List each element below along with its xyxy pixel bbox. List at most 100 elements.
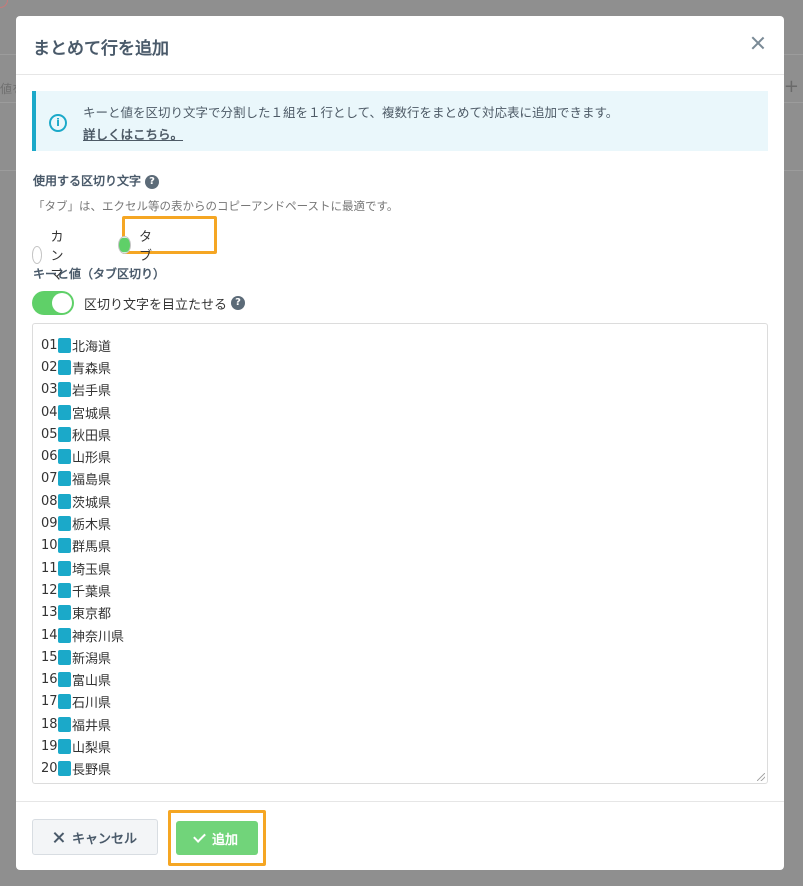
modal-title: まとめて行を追加 [33, 39, 169, 59]
line-value: 青森県 [72, 361, 112, 377]
line-key: 08 [41, 493, 58, 509]
textarea-line: 11 埼玉県 [41, 557, 767, 579]
line-value: 岩手県 [72, 384, 112, 400]
tab-separator-marker [58, 582, 71, 598]
tab-separator-marker [58, 716, 71, 732]
line-key: 02 [41, 359, 58, 375]
resize-handle[interactable] [757, 773, 765, 781]
textarea-line: 07 福島県 [41, 468, 767, 490]
tab-separator-marker [58, 538, 71, 554]
tab-separator-marker [58, 449, 71, 465]
tab-separator-marker [58, 404, 71, 420]
line-key: 12 [41, 582, 58, 598]
delimiter-label: 使用する区切り文字? [33, 172, 160, 189]
textarea-line: 06 山形県 [41, 445, 767, 467]
textarea-line: 16 富山県 [41, 668, 767, 690]
modal-footer: キャンセル 追加 [16, 801, 784, 870]
check-icon [193, 830, 206, 843]
line-value: 福井県 [72, 718, 112, 734]
tab-separator-marker [58, 649, 71, 665]
details-link[interactable]: 詳しくはこちら。 [83, 124, 183, 143]
highlight-delimiter-row: 区切り文字を目立たせる ? [32, 291, 246, 315]
line-key: 17 [41, 694, 58, 710]
line-value: 長野県 [72, 763, 112, 779]
line-key: 05 [41, 426, 58, 442]
textarea-line: 17 石川県 [41, 691, 767, 713]
tab-separator-marker [58, 382, 71, 398]
line-value: 東京都 [72, 607, 112, 623]
tab-separator-marker [58, 359, 71, 375]
textarea-line: 01 北海道 [41, 334, 767, 356]
textarea-line: 02 青森県 [41, 356, 767, 378]
modal-header: まとめて行を追加 [16, 16, 784, 75]
cancel-button[interactable]: キャンセル [32, 819, 158, 855]
line-value: 秋田県 [72, 428, 112, 444]
info-text: キーと値を区切り文字で分割した１組を１行として、複数行をまとめて対応表に追加でき… [83, 105, 619, 120]
line-key: 03 [41, 382, 58, 398]
line-value: 栃木県 [72, 518, 112, 534]
delimiter-label-text: 使用する区切り文字 [33, 174, 142, 188]
line-value: 山梨県 [72, 740, 112, 756]
add-label: 追加 [211, 832, 238, 848]
tab-separator-marker [58, 493, 71, 509]
radio-label: タブ [139, 230, 153, 264]
textarea-line: 20 長野県 [41, 758, 767, 780]
radio-indicator[interactable] [118, 236, 132, 254]
radio-indicator[interactable] [32, 245, 43, 264]
textarea-line: 14 神奈川県 [41, 624, 767, 646]
tab-separator-marker [58, 471, 71, 487]
radio-tab[interactable]: タブ [118, 226, 157, 264]
textarea-line: 12 千葉県 [41, 579, 767, 601]
highlight-delimiter-toggle[interactable] [32, 291, 74, 315]
line-key: 15 [41, 649, 58, 665]
textarea-line: 15 新潟県 [41, 646, 767, 668]
tab-separator-marker [58, 761, 71, 777]
textarea-line: 19 山梨県 [41, 735, 767, 757]
line-key: 18 [41, 716, 58, 732]
tab-separator-marker [58, 337, 71, 353]
line-value: 茨城県 [72, 495, 112, 511]
line-value: 北海道 [72, 339, 112, 355]
tab-separator-marker [58, 672, 71, 688]
close-icon [53, 832, 64, 843]
line-key: 20 [41, 761, 58, 777]
line-value: 福島県 [72, 473, 112, 489]
line-value: 新潟県 [72, 651, 112, 667]
add-button[interactable]: 追加 [176, 821, 258, 855]
background-plus-icon: + [783, 76, 799, 97]
line-key: 10 [41, 538, 58, 554]
line-value: 石川県 [72, 696, 112, 712]
line-key: 13 [41, 605, 58, 621]
line-value: 神奈川県 [72, 629, 125, 645]
line-key: 09 [41, 516, 58, 532]
line-key: 16 [41, 672, 58, 688]
line-key: 04 [41, 404, 58, 420]
line-value: 富山県 [72, 674, 112, 690]
tab-separator-marker [58, 560, 71, 576]
tab-separator-marker [58, 426, 71, 442]
cancel-label: キャンセル [71, 831, 137, 847]
tab-separator-marker [58, 516, 71, 532]
close-icon[interactable] [750, 35, 766, 51]
textarea-line: 18 福井県 [41, 713, 767, 735]
line-key: 19 [41, 738, 58, 754]
line-value: 群馬県 [72, 540, 112, 556]
bulk-add-modal: まとめて行を追加 i キーと値を区切り文字で分割した１組を１行として、複数行をま… [16, 16, 784, 870]
kv-label: キーと値（タブ区切り） [33, 267, 166, 281]
line-value: 千葉県 [72, 584, 112, 600]
kv-textarea[interactable]: 01 北海道 02 青森県 03 岩手県 04 宮城県 05 秋田県 06 山形県 07 福島県 08 茨城県… [32, 323, 768, 784]
line-key: 07 [41, 471, 58, 487]
tab-separator-marker [58, 738, 71, 754]
background-mark [0, 0, 8, 8]
info-box: i キーと値を区切り文字で分割した１組を１行として、複数行をまとめて対応表に追加… [32, 91, 768, 151]
textarea-line: 10 群馬県 [41, 535, 767, 557]
textarea-line: 05 秋田県 [41, 423, 767, 445]
question-icon[interactable]: ? [145, 174, 160, 189]
line-key: 11 [41, 560, 58, 576]
highlight-frame: 追加 [168, 810, 266, 866]
question-icon[interactable]: ? [231, 296, 246, 310]
textarea-line: 09 栃木県 [41, 512, 767, 534]
info-icon: i [49, 114, 67, 132]
tab-separator-marker [58, 694, 71, 710]
textarea-line: 03 岩手県 [41, 379, 767, 401]
